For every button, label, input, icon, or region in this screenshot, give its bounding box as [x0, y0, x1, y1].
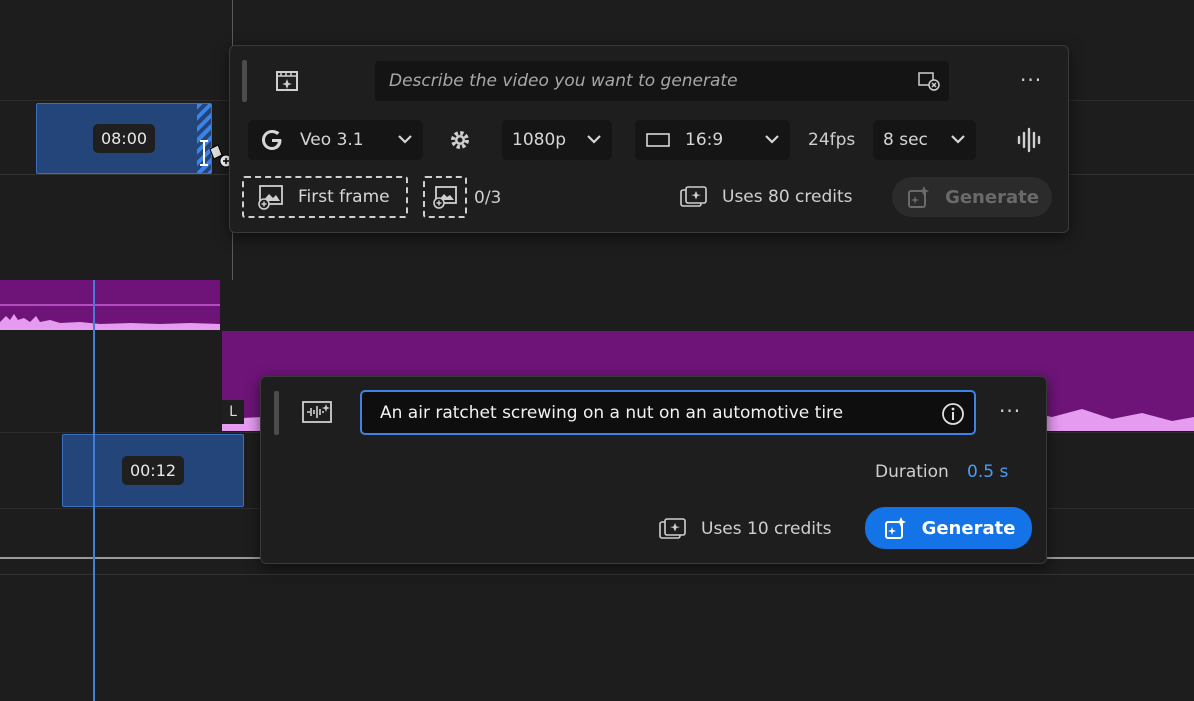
resolution-select[interactable]: 1080p [502, 120, 612, 160]
video-clip[interactable]: 00:12 [62, 434, 244, 507]
generate-sound-button[interactable]: Generate [865, 507, 1032, 549]
google-g-icon [258, 126, 286, 154]
panel-drag-handle[interactable] [274, 391, 279, 435]
image-attach-icon[interactable] [917, 69, 941, 93]
gear-icon[interactable] [445, 124, 475, 156]
model-select[interactable]: Veo 3.1 [248, 120, 423, 160]
audio-waveform-icon[interactable] [1014, 124, 1046, 156]
generate-sparkle-icon [882, 515, 910, 541]
clip-timecode: 08:00 [92, 124, 156, 153]
panel-drag-handle[interactable] [242, 60, 247, 102]
duration-label: Duration [875, 462, 949, 482]
audio-clip[interactable] [0, 280, 220, 330]
generate-video-panel: Describe the video you want to generate … [229, 45, 1069, 233]
more-options-button[interactable]: ··· [1020, 68, 1042, 92]
generate-sparkle-icon [905, 184, 933, 210]
prompt-value: An air ratchet screwing on a nut on an a… [380, 402, 844, 423]
waveform-sparkle-icon [301, 397, 333, 427]
track-label: L [222, 400, 244, 424]
chevron-down-icon [950, 130, 966, 150]
image-add-icon [431, 184, 459, 210]
fps-label: 24fps [808, 130, 856, 150]
generate-video-button[interactable]: Generate [892, 177, 1052, 217]
prompt-placeholder: Describe the video you want to generate [389, 71, 738, 91]
generate-label: Generate [921, 517, 1016, 539]
credits-icon [657, 516, 689, 542]
video-clip[interactable]: 08:00 [36, 103, 212, 174]
duration-select[interactable]: 8 sec [873, 120, 976, 160]
generate-label: Generate [945, 186, 1039, 208]
resolution-label: 1080p [512, 130, 567, 150]
chevron-down-icon [586, 130, 602, 150]
aspect-label: 16:9 [685, 130, 724, 150]
duration-label: 8 sec [883, 130, 928, 150]
chevron-down-icon [397, 130, 413, 150]
playhead[interactable] [93, 280, 95, 701]
clip-timecode: 00:12 [121, 456, 185, 485]
reference-image-button[interactable] [423, 176, 467, 218]
first-frame-label: First frame [298, 187, 390, 207]
image-add-icon [256, 183, 286, 211]
credits-label: Uses 80 credits [722, 187, 853, 207]
audio-waveform [0, 314, 220, 330]
first-frame-button[interactable]: First frame [242, 176, 408, 218]
model-label: Veo 3.1 [300, 130, 364, 150]
aspect-ratio-icon [645, 130, 671, 150]
timeline-divider [0, 574, 1194, 575]
chevron-down-icon [764, 130, 780, 150]
credits-icon [678, 184, 710, 210]
info-icon[interactable] [940, 401, 966, 427]
aspect-ratio-select[interactable]: 16:9 [635, 120, 790, 160]
duration-value[interactable]: 0.5 s [967, 462, 1008, 482]
reference-count: 0/3 [474, 188, 502, 208]
credits-label: Uses 10 credits [701, 519, 832, 539]
generate-sound-panel: An air ratchet screwing on a nut on an a… [260, 376, 1047, 564]
video-sparkle-icon [274, 66, 300, 94]
sound-prompt-input[interactable]: An air ratchet screwing on a nut on an a… [360, 390, 976, 435]
video-prompt-input[interactable]: Describe the video you want to generate [375, 61, 949, 101]
more-options-button[interactable]: ··· [999, 399, 1021, 423]
